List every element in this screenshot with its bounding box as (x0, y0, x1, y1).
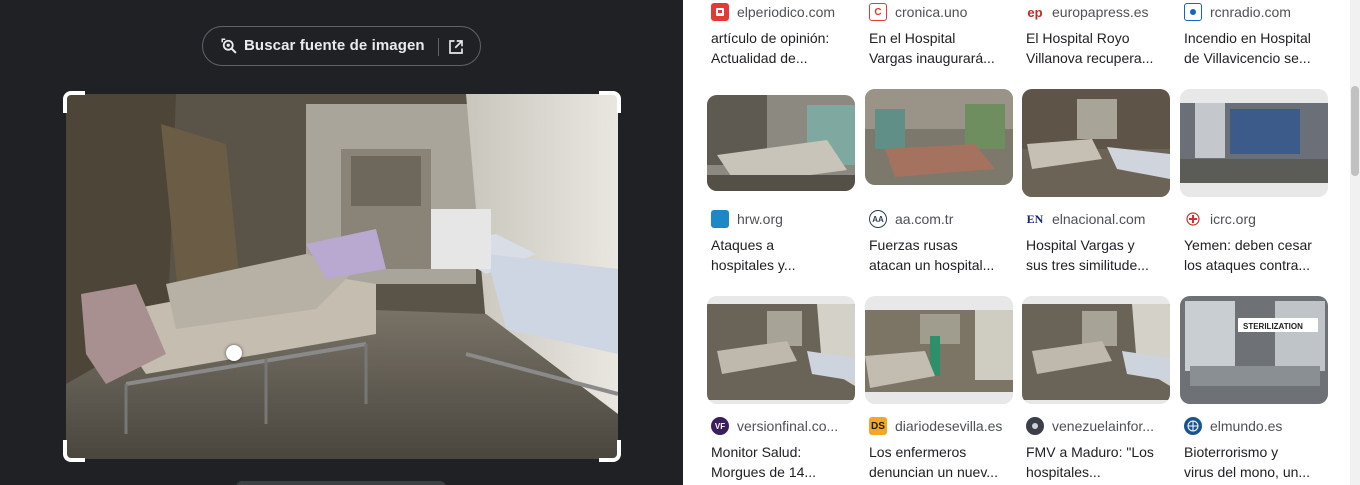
result-thumbnail[interactable] (1022, 89, 1170, 197)
result-source-name: elperiodico.com (737, 4, 836, 20)
result-title[interactable]: Hospital Vargas y sus tres similitude... (1026, 235, 1168, 275)
result-title[interactable]: FMV a Maduro: "Los hospitales... (1026, 442, 1168, 482)
result-source: elmundo.es (1184, 416, 1328, 436)
result-title[interactable]: artículo de opinión: Actualidad de... (711, 28, 853, 68)
result-source: C cronica.uno (869, 2, 1013, 22)
button-divider (438, 38, 439, 56)
aa-favicon-icon: AA (869, 210, 887, 228)
lens-search-icon (221, 38, 237, 54)
result-source: EN elnacional.com (1026, 209, 1170, 229)
main-photo-hospital-morgue (66, 94, 618, 459)
result-source: ep europapress.es (1026, 2, 1170, 22)
result-title[interactable]: Incendio en Hospital de Villavicencio se… (1184, 28, 1326, 68)
result-source: icrc.org (1184, 209, 1328, 229)
result-source-name: aa.com.tr (895, 211, 954, 227)
crop-handle-bottom-left[interactable] (63, 440, 85, 462)
result-thumbnail[interactable] (707, 95, 855, 191)
result-title[interactable]: Fuerzas rusas atacan un hospital... (869, 235, 1011, 275)
result-source-name: venezuelainfor... (1052, 418, 1154, 434)
search-image-source-button[interactable]: Buscar fuente de imagen (202, 26, 481, 66)
open-external-icon[interactable] (447, 38, 465, 56)
result-source-name: elmundo.es (1210, 418, 1283, 434)
result-title[interactable]: Monitor Salud: Morgues de 14... (711, 442, 853, 482)
result-source: VF versionfinal.co... (711, 416, 855, 436)
result-thumbnail[interactable]: STERILIZATION (1180, 296, 1328, 404)
result-source-name: europapress.es (1052, 4, 1149, 20)
result-thumbnail[interactable] (1022, 296, 1170, 404)
elmundo-favicon-icon (1184, 417, 1202, 435)
result-source-name: icrc.org (1210, 211, 1256, 227)
diariodesevilla-favicon-icon: DS (869, 417, 887, 435)
result-source: hrw.org (711, 209, 855, 229)
search-image-source-label: Buscar fuente de imagen (244, 37, 425, 54)
result-source-name: cronica.uno (895, 4, 968, 20)
result-source: rcnradio.com (1184, 2, 1328, 22)
rcnradio-favicon-icon (1184, 3, 1202, 21)
scrollbar-thumb[interactable] (1351, 86, 1359, 176)
result-source: venezuelainfor... (1026, 416, 1170, 436)
elnacional-favicon-icon: EN (1026, 210, 1044, 228)
venezuelainfo-favicon-icon (1026, 417, 1044, 435)
elperiodico-favicon-icon (711, 3, 729, 21)
result-source-name: elnacional.com (1052, 211, 1146, 227)
result-source-name: diariodesevilla.es (895, 418, 1003, 434)
result-thumbnail[interactable] (707, 296, 855, 404)
versionfinal-favicon-icon: VF (711, 417, 729, 435)
result-thumbnail[interactable] (865, 296, 1013, 404)
result-source: elperiodico.com (711, 2, 855, 22)
result-source-name: hrw.org (737, 211, 783, 227)
image-preview-panel: Buscar fuente de imagen (0, 0, 683, 485)
result-title[interactable]: Yemen: deben cesar los ataques contra... (1184, 235, 1326, 275)
result-source: AA aa.com.tr (869, 209, 1013, 229)
results-panel: elperiodico.com artículo de opinión: Act… (683, 0, 1360, 485)
selected-image-region[interactable] (63, 91, 621, 462)
crop-handle-top-right[interactable] (599, 91, 621, 113)
result-thumbnail[interactable] (865, 89, 1013, 185)
result-thumbnail[interactable] (1180, 89, 1328, 197)
result-title[interactable]: El Hospital Royo Villanova recupera... (1026, 28, 1168, 68)
result-source: DS diariodesevilla.es (869, 416, 1013, 436)
cronica-favicon-icon: C (869, 3, 887, 21)
result-source-name: rcnradio.com (1210, 4, 1291, 20)
bottom-panel-tab[interactable] (236, 481, 446, 485)
crop-handle-bottom-right[interactable] (599, 440, 621, 462)
sterilization-sign: STERILIZATION (1243, 322, 1303, 331)
crop-handle-top-left[interactable] (63, 91, 85, 113)
scrollbar-track[interactable] (1350, 0, 1360, 485)
icrc-favicon-icon (1184, 210, 1202, 228)
result-source-name: versionfinal.co... (737, 418, 839, 434)
result-title[interactable]: Los enfermeros denuncian un nuev... (869, 442, 1011, 482)
result-title[interactable]: En el Hospital Vargas inaugurará... (869, 28, 1011, 68)
hrw-favicon-icon (711, 210, 729, 228)
europapress-favicon-icon: ep (1026, 3, 1044, 21)
result-title[interactable]: Ataques a hospitales y... (711, 235, 853, 275)
selection-dot[interactable] (226, 345, 242, 361)
result-title[interactable]: Bioterrorismo y virus del mono, un... (1184, 442, 1326, 482)
